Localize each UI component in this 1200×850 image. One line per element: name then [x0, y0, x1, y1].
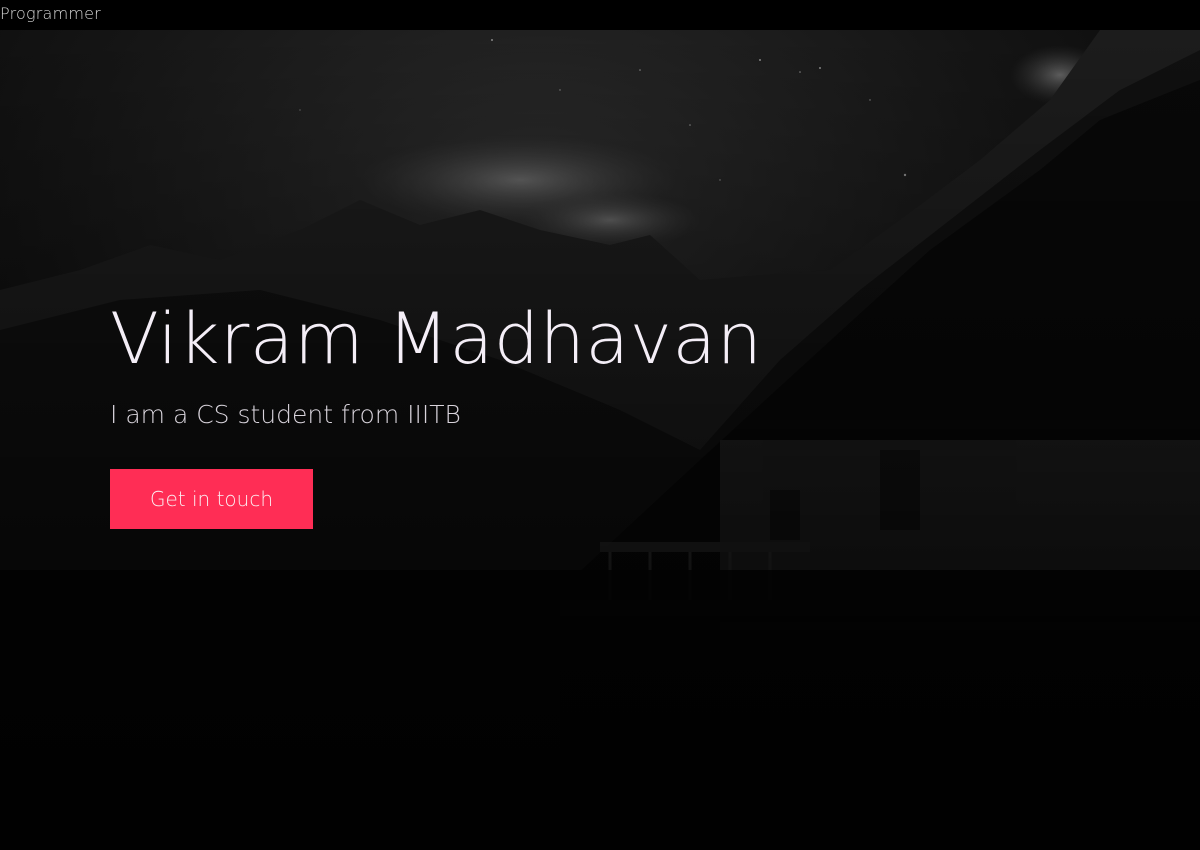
hero-section: Vikram Madhavan I am a CS student from I…: [0, 30, 1200, 850]
hero-tagline: I am a CS student from IIITB: [110, 400, 461, 429]
hero-name-heading: Vikram Madhavan: [110, 298, 763, 380]
hero-content: Vikram Madhavan I am a CS student from I…: [110, 304, 762, 529]
get-in-touch-button[interactable]: Get in touch: [110, 469, 313, 529]
site-role-label: Programmer: [0, 4, 101, 23]
